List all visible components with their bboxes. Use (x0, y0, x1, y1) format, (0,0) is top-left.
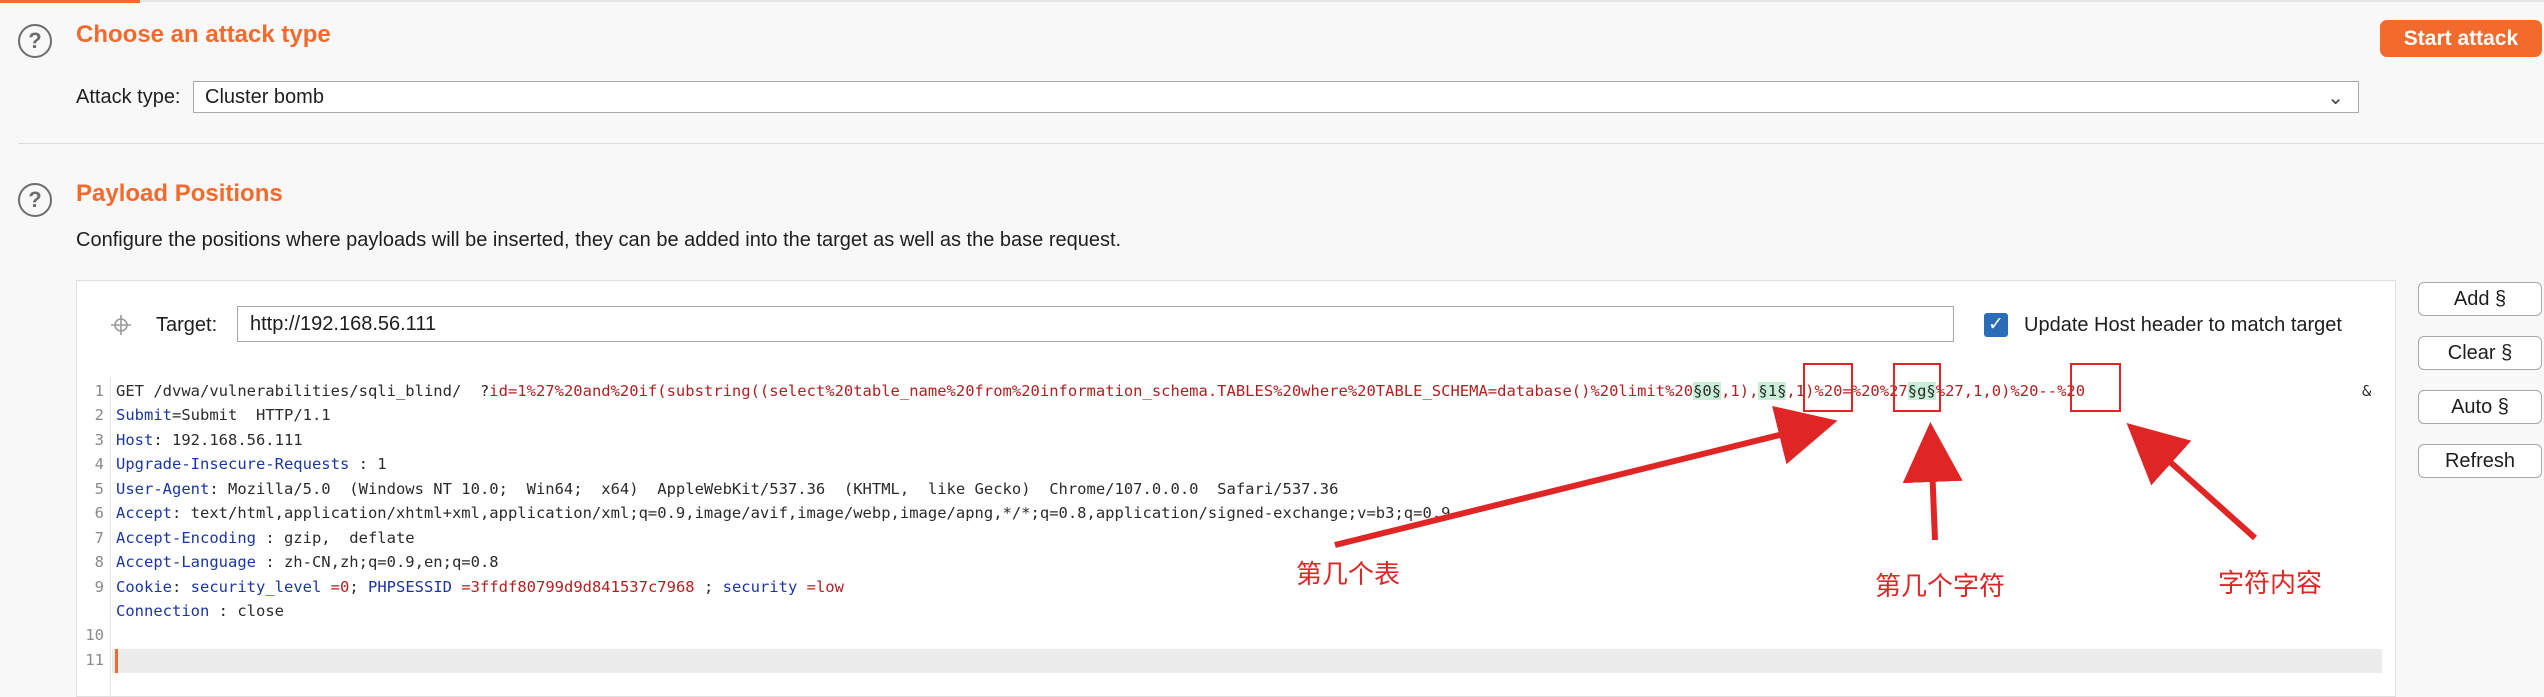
annotation-char-index: 第几个字符 (1875, 571, 2006, 601)
annotation-arrows (1334, 405, 2258, 548)
annotation-table-index: 第几个表 (1296, 559, 1401, 589)
annotation-char-content: 字符内容 (2218, 568, 2323, 598)
